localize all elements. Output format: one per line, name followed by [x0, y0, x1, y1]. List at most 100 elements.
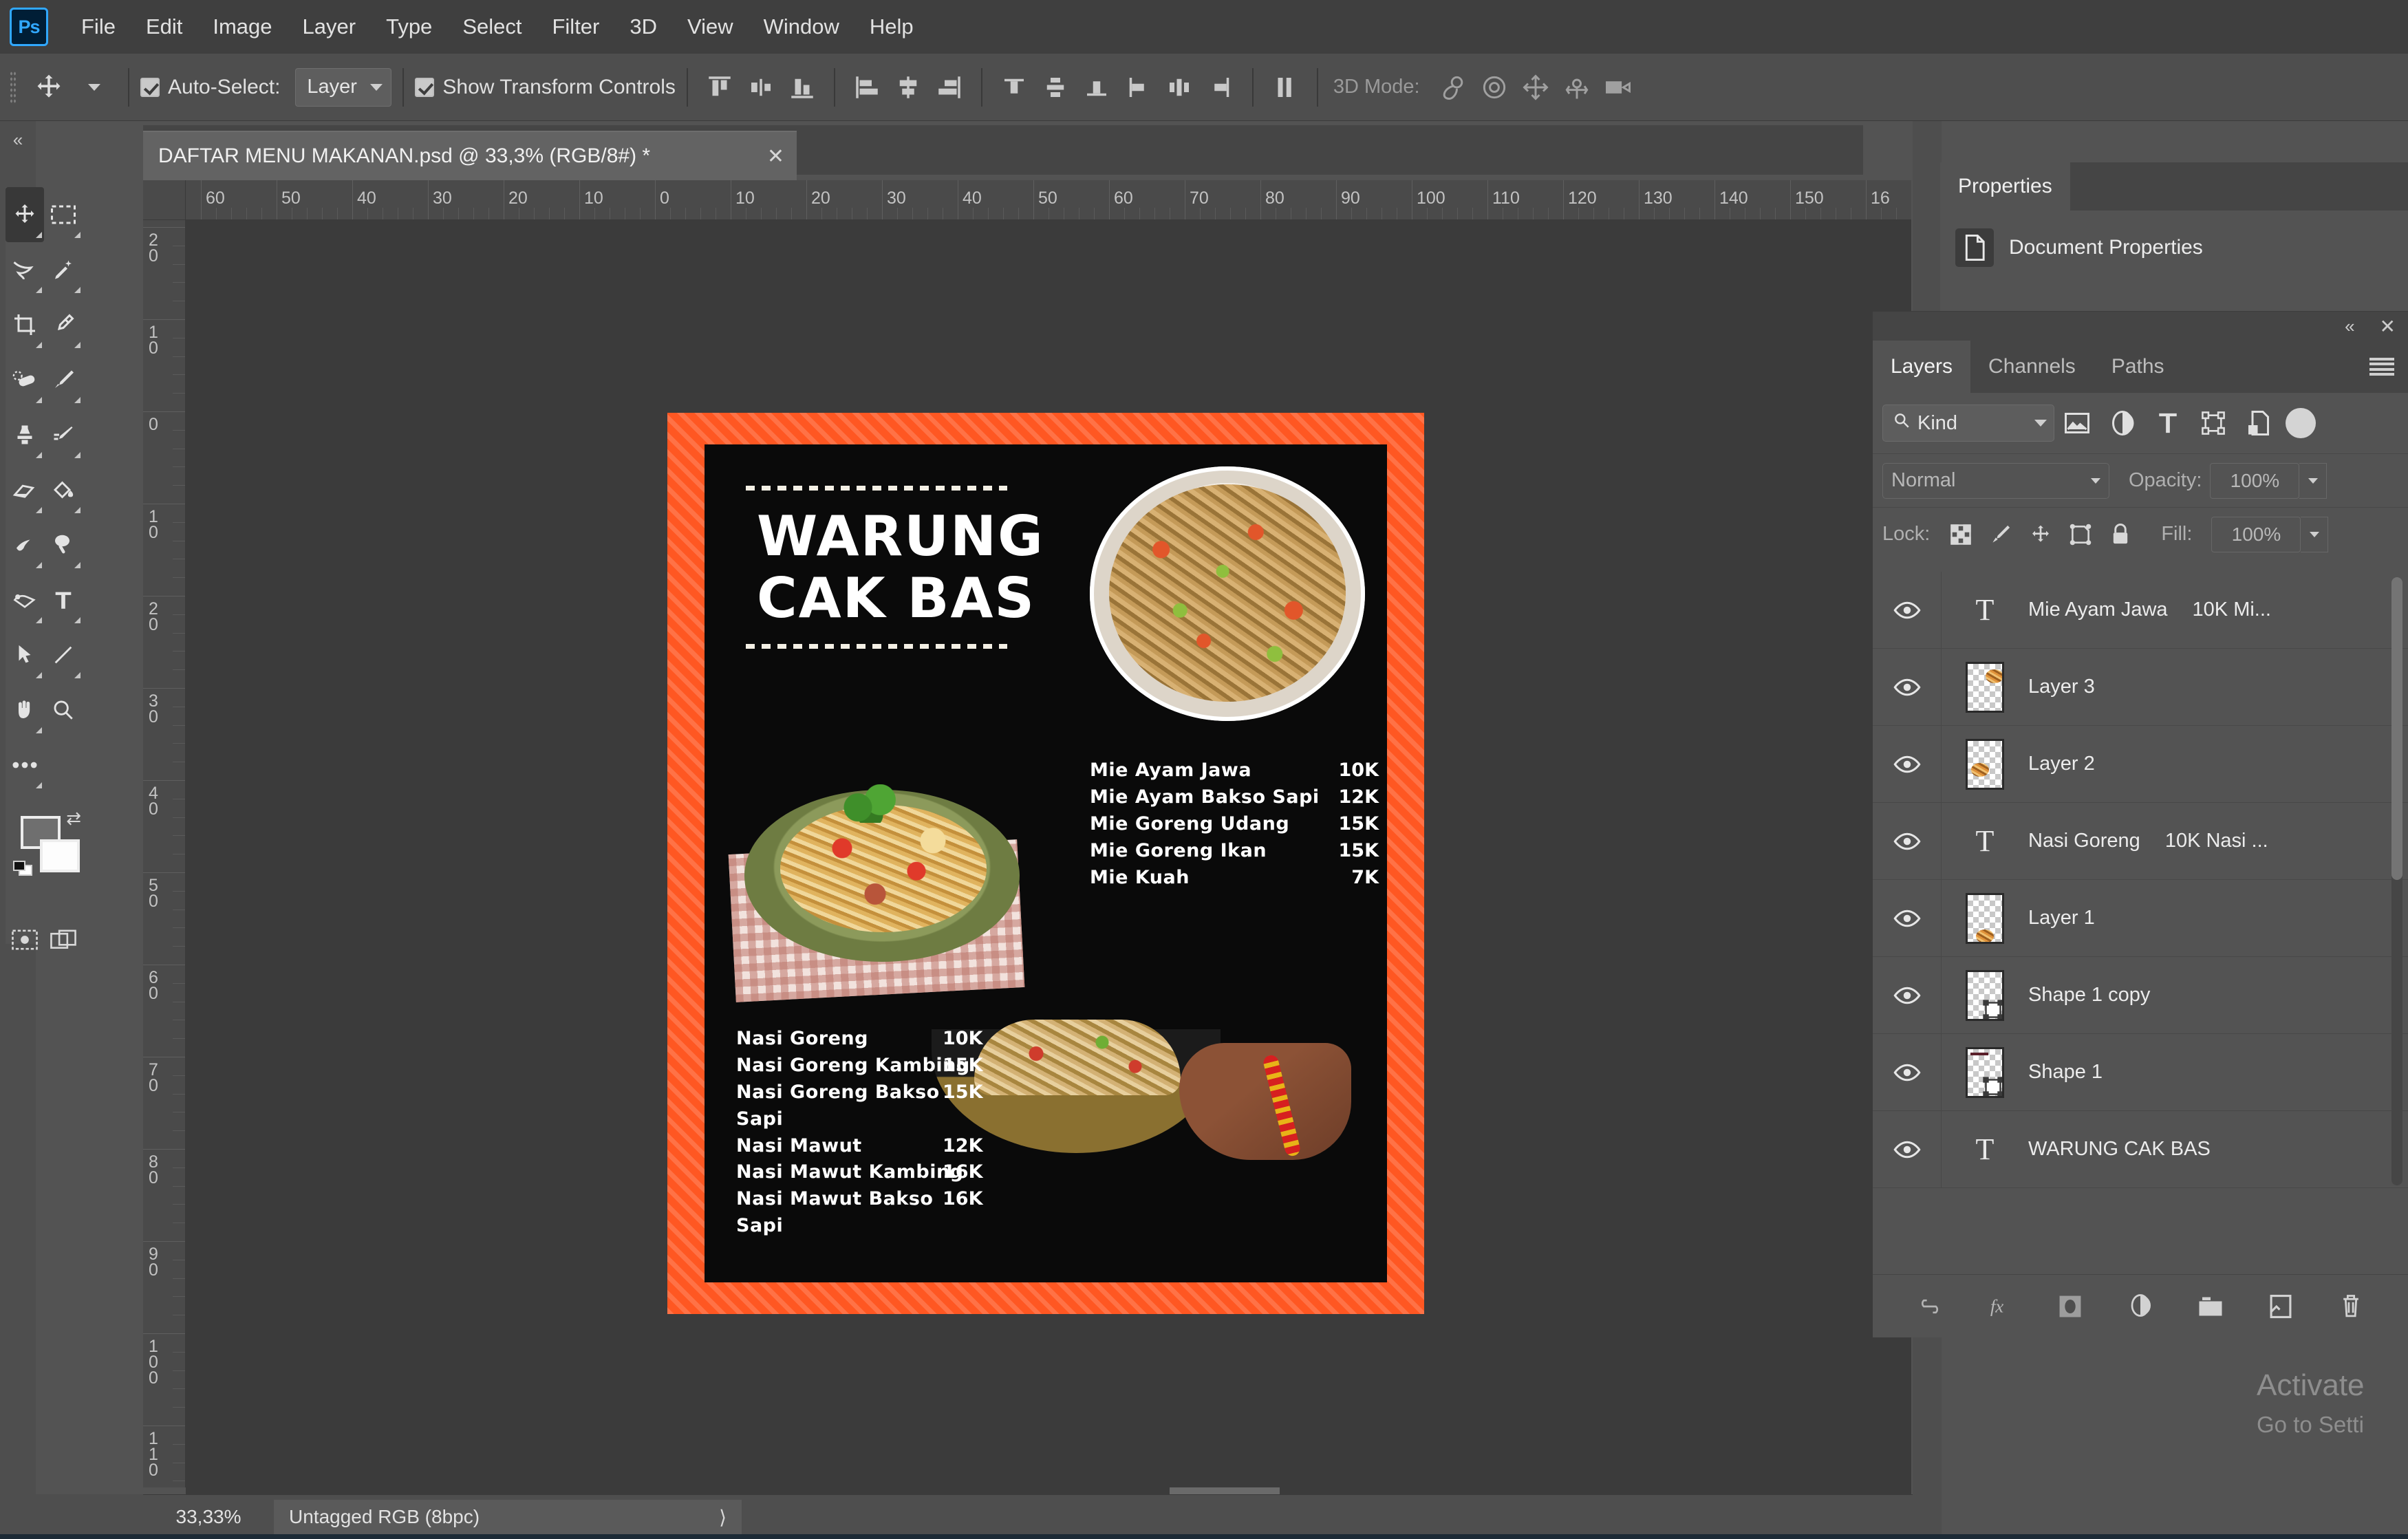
crop-tool[interactable]: [6, 297, 44, 352]
background-color-swatch[interactable]: [40, 839, 80, 872]
distribute-top-edges-icon[interactable]: [993, 65, 1035, 110]
distribute-vertical-centers-icon[interactable]: [1035, 65, 1076, 110]
horizontal-ruler[interactable]: 60 50 40 30 20 10 0 10 20 30 40 50 60 70 80 90 100 110 120…: [186, 180, 1911, 220]
filter-shape-icon[interactable]: [2191, 400, 2236, 446]
layer-name[interactable]: Layer 2: [2028, 753, 2095, 775]
layer-visibility-toggle[interactable]: [1873, 879, 1942, 957]
tab-layers[interactable]: Layers: [1873, 341, 1971, 393]
panel-menu-button[interactable]: [2369, 341, 2408, 393]
menu-type[interactable]: Type: [371, 0, 447, 54]
layer-thumbnail-cell[interactable]: [1942, 969, 2028, 1021]
tab-paths[interactable]: Paths: [2094, 341, 2182, 393]
menu-file[interactable]: File: [66, 0, 131, 54]
filter-pixel-icon[interactable]: [2054, 400, 2100, 446]
layer-thumbnail-cell[interactable]: [1942, 892, 2028, 944]
layer-row[interactable]: Layer 3: [1873, 648, 2408, 726]
document-tab[interactable]: DAFTAR MENU MAKANAN.psd @ 33,3% (RGB/8#)…: [143, 131, 797, 180]
link-layers-icon[interactable]: [1911, 1287, 1949, 1326]
layer-name[interactable]: Layer 3: [2028, 676, 2095, 698]
layer-visibility-toggle[interactable]: [1873, 1110, 1942, 1188]
align-vertical-centers-icon[interactable]: [740, 65, 782, 110]
path-selection-tool[interactable]: [6, 627, 44, 682]
zoom-tool[interactable]: [44, 682, 83, 738]
close-icon[interactable]: ✕: [767, 144, 784, 169]
layer-name[interactable]: Mie Ayam Jawa: [2028, 599, 2168, 621]
screen-mode-icon[interactable]: [44, 919, 83, 960]
distribute-right-edges-icon[interactable]: [1200, 65, 1241, 110]
layer-row[interactable]: T WARUNG CAK BAS: [1873, 1110, 2408, 1188]
layer-row[interactable]: T Nasi Goreng 10K Nasi ...: [1873, 802, 2408, 880]
layer-visibility-toggle[interactable]: [1873, 956, 1942, 1034]
fill-value-field[interactable]: 100%: [2211, 516, 2301, 552]
scrollbar-thumb[interactable]: [2391, 577, 2402, 880]
lock-transparent-pixels-icon[interactable]: [1941, 515, 1981, 555]
eraser-tool[interactable]: [6, 462, 44, 517]
align-right-edges-icon[interactable]: [929, 65, 970, 110]
layer-thumbnail-cell[interactable]: T: [1942, 816, 2028, 867]
chevron-right-icon[interactable]: ⟩: [719, 1506, 727, 1529]
distribute-left-edges-icon[interactable]: [1117, 65, 1159, 110]
align-bottom-edges-icon[interactable]: [782, 65, 823, 110]
layer-name[interactable]: Shape 1: [2028, 1061, 2103, 1084]
layer-thumbnail-cell[interactable]: T: [1942, 585, 2028, 636]
menu-3d[interactable]: 3D: [614, 0, 672, 54]
layer-visibility-toggle[interactable]: [1873, 648, 1942, 726]
brush-tool[interactable]: [44, 352, 83, 407]
collapse-panel-icon[interactable]: «: [2345, 316, 2354, 337]
new-group-icon[interactable]: [2191, 1287, 2230, 1326]
layer-name[interactable]: Layer 1: [2028, 907, 2095, 929]
auto-select-target-dropdown[interactable]: Layer: [295, 67, 392, 107]
vertical-ruler[interactable]: 2 0 1 0 0 1 0 2 0 3 0 4 0 5 0 6 0 7 0 8 0 9 0 1 0 0 1…: [143, 220, 186, 1487]
slide-3d-icon[interactable]: [1556, 65, 1598, 110]
horizontal-type-tool[interactable]: [44, 572, 83, 627]
lasso-tool[interactable]: [6, 242, 44, 297]
edit-toolbar-tool[interactable]: [6, 738, 44, 793]
fill-stepper-icon[interactable]: [2301, 516, 2329, 552]
layer-list[interactable]: T Mie Ayam Jawa 10K Mi... Layer 3 Layer 2 T Na…: [1873, 572, 2408, 1191]
align-top-edges-icon[interactable]: [699, 65, 740, 110]
horizontal-scrollbar[interactable]: [186, 1487, 1911, 1494]
pen-tool[interactable]: [6, 572, 44, 627]
layer-name[interactable]: Nasi Goreng: [2028, 830, 2140, 852]
move-tool[interactable]: [6, 187, 44, 242]
layer-row[interactable]: Shape 1 copy: [1873, 956, 2408, 1034]
distribute-horizontal-centers-icon[interactable]: [1159, 65, 1200, 110]
menu-layer[interactable]: Layer: [288, 0, 372, 54]
filter-kind-dropdown[interactable]: Kind: [1882, 405, 2054, 442]
align-left-edges-icon[interactable]: [846, 65, 888, 110]
filter-enable-toggle[interactable]: [2286, 408, 2316, 438]
history-brush-tool[interactable]: [44, 407, 83, 462]
tool-preset-chevron-icon[interactable]: [72, 65, 117, 110]
expand-dock-icon[interactable]: «: [0, 121, 36, 151]
align-horizontal-centers-icon[interactable]: [888, 65, 929, 110]
layer-thumbnail-cell[interactable]: [1942, 738, 2028, 790]
tab-channels[interactable]: Channels: [1970, 341, 2094, 393]
blur-tool[interactable]: [6, 517, 44, 572]
layer-row[interactable]: Shape 1: [1873, 1033, 2408, 1111]
layer-list-scrollbar[interactable]: [2391, 577, 2402, 1185]
line-tool[interactable]: [44, 627, 83, 682]
layer-visibility-toggle[interactable]: [1873, 725, 1942, 803]
orbit-3d-icon[interactable]: [1432, 65, 1474, 110]
lock-all-icon[interactable]: [2100, 515, 2140, 555]
layer-row[interactable]: T Mie Ayam Jawa 10K Mi...: [1873, 572, 2408, 649]
add-layer-mask-icon[interactable]: [2051, 1287, 2089, 1326]
layer-thumbnail-cell[interactable]: [1942, 661, 2028, 713]
tab-properties[interactable]: Properties: [1940, 162, 2070, 211]
default-colors-icon[interactable]: [12, 860, 37, 879]
spot-healing-brush-tool[interactable]: [6, 352, 44, 407]
filter-type-icon[interactable]: [2145, 400, 2191, 446]
close-icon[interactable]: ✕: [2380, 315, 2396, 338]
layer-row[interactable]: Layer 1: [1873, 879, 2408, 957]
ruler-corner[interactable]: [143, 180, 186, 220]
layer-thumbnail-cell[interactable]: [1942, 1046, 2028, 1098]
move-tool-icon[interactable]: [26, 65, 72, 110]
lock-image-pixels-icon[interactable]: [1981, 515, 2021, 555]
distribute-bottom-edges-icon[interactable]: [1076, 65, 1117, 110]
layer-visibility-toggle[interactable]: [1873, 572, 1942, 649]
menu-filter[interactable]: Filter: [537, 0, 614, 54]
opacity-stepper-icon[interactable]: [2299, 462, 2328, 499]
layer-row[interactable]: Layer 2: [1873, 725, 2408, 803]
menu-select[interactable]: Select: [447, 0, 537, 54]
lock-artboard-nesting-icon[interactable]: [2061, 515, 2100, 555]
